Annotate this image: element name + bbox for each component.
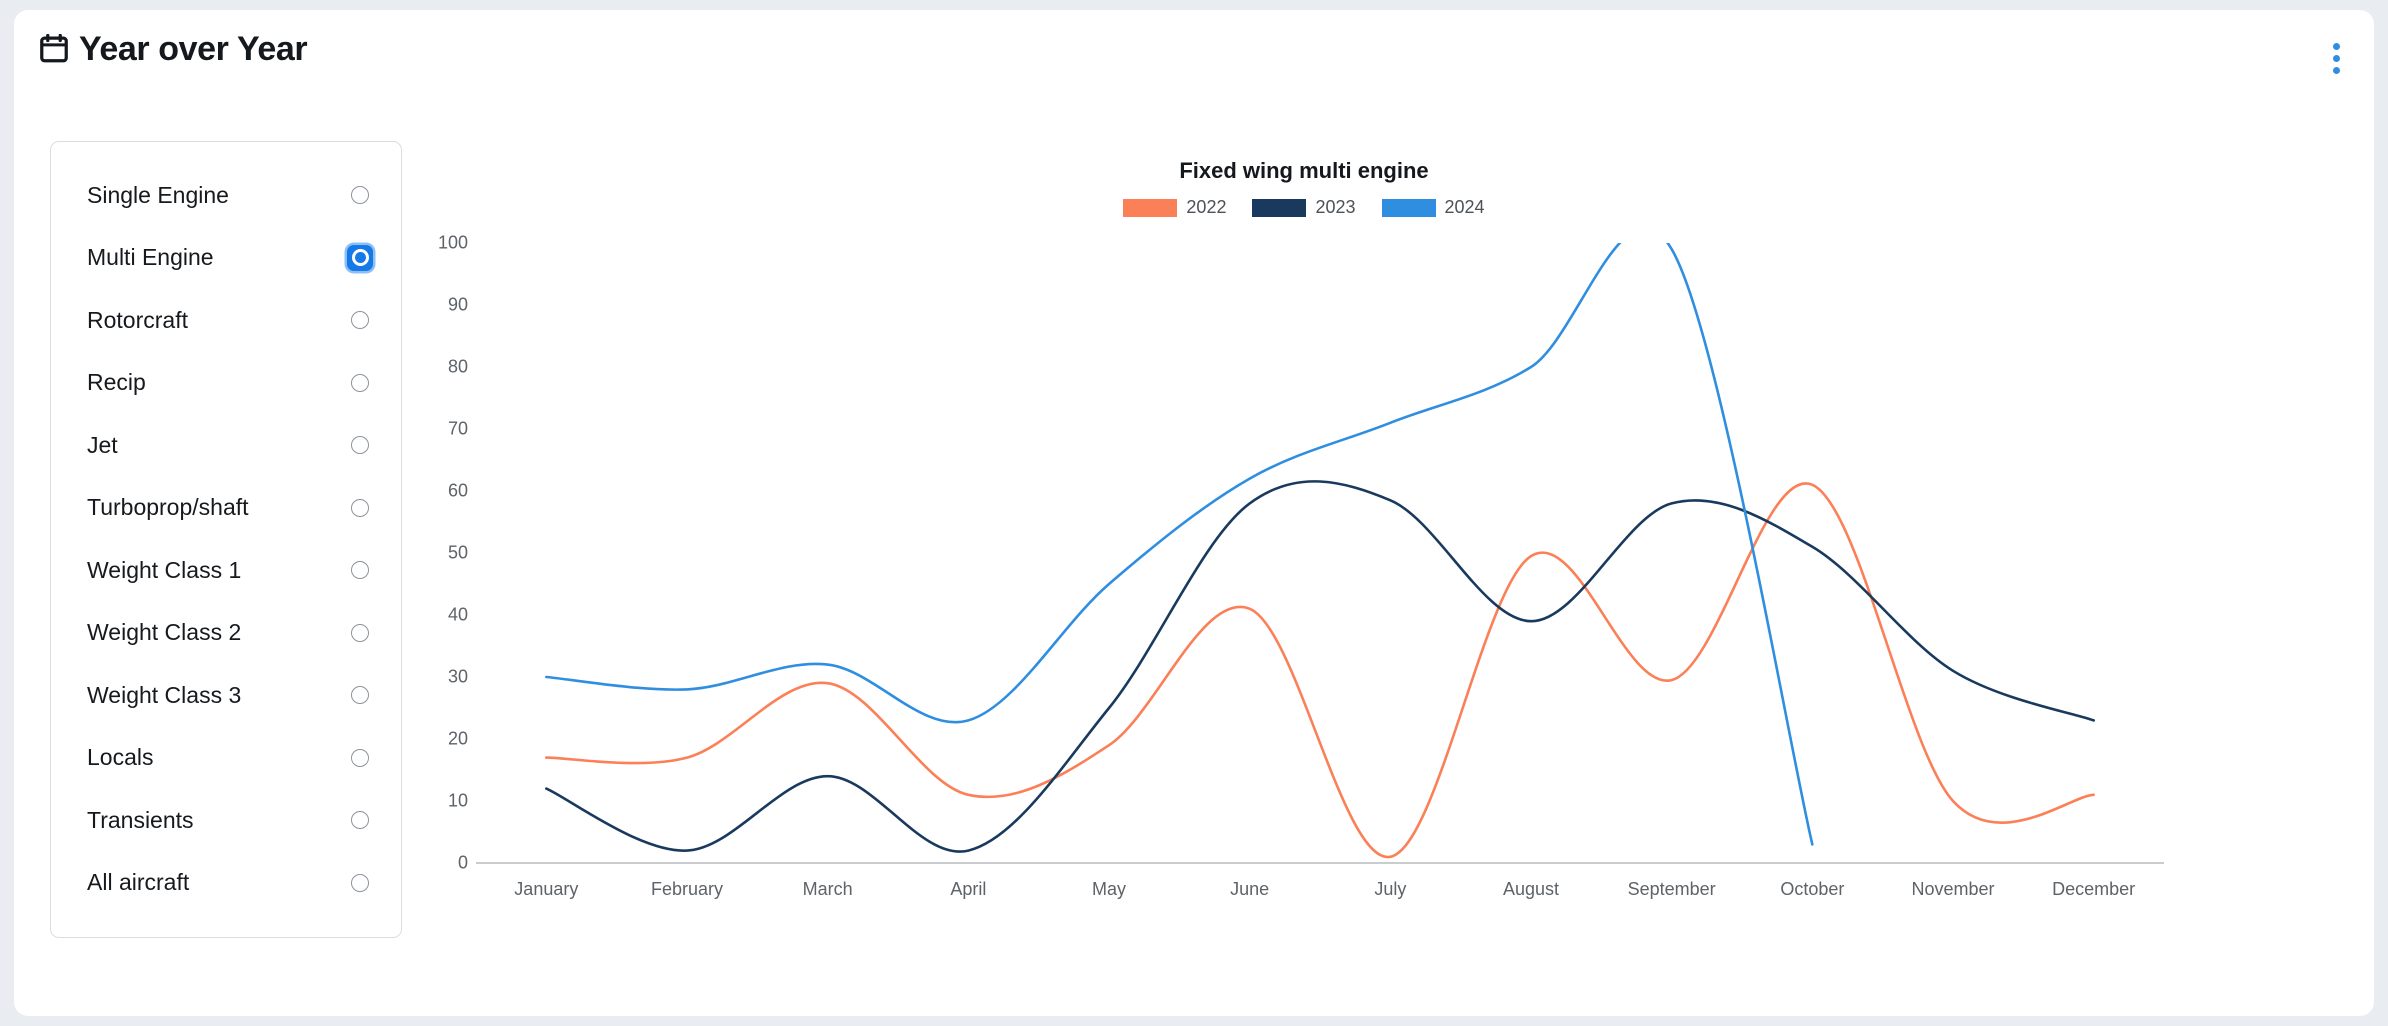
filter-option-recip[interactable]: Recip	[51, 352, 401, 415]
radio-button[interactable]	[351, 311, 369, 330]
radio-button[interactable]	[351, 686, 369, 705]
plot-area	[476, 243, 2164, 864]
radio-button-selected[interactable]	[347, 244, 373, 271]
dashboard-card: Year over Year Single Engine Multi Engine…	[14, 10, 2374, 1016]
filter-option-weight-class-3[interactable]: Weight Class 3	[51, 664, 401, 727]
filter-option-label: Transients	[87, 806, 194, 833]
kebab-dot-1	[2332, 42, 2340, 50]
x-axis-tick-label: October	[1780, 879, 1845, 899]
y-axis-tick-label: 100	[437, 232, 468, 253]
filter-option-all-aircraft[interactable]: All aircraft	[51, 852, 401, 915]
legend-swatch-2024	[1381, 198, 1436, 217]
radio-button[interactable]	[351, 373, 369, 392]
filter-panel: Single Engine Multi Engine Rotorcraft Recip…	[50, 141, 402, 938]
filter-option-label: Weight Class 1	[87, 556, 242, 583]
filter-option-weight-class-2[interactable]: Weight Class 2	[51, 602, 401, 665]
y-axis-tick-label: 60	[447, 480, 468, 501]
radio-button[interactable]	[351, 623, 369, 642]
x-axis-tick-label: March	[802, 879, 853, 899]
y-axis: 0 10 20 30 40 50 60 70 80 90 100	[414, 233, 472, 873]
filter-option-transients[interactable]: Transients	[51, 789, 401, 852]
legend-swatch-2022	[1123, 198, 1178, 217]
page-title-group: Year over Year	[40, 30, 308, 68]
kebab-menu-icon[interactable]	[2322, 40, 2350, 76]
filter-option-label: Weight Class 2	[87, 619, 242, 646]
radio-button[interactable]	[351, 748, 369, 767]
legend-label: 2022	[1186, 197, 1227, 217]
x-axis-tick-label: April	[950, 879, 987, 899]
filter-option-label: Jet	[87, 431, 118, 458]
y-axis-tick-label: 10	[447, 790, 468, 811]
x-axis-tick-label: January	[514, 879, 579, 899]
filter-option-single-engine[interactable]: Single Engine	[51, 164, 401, 227]
x-axis: January February March April May June July Augu…	[476, 879, 2164, 919]
legend-label: 2023	[1315, 197, 1356, 217]
filter-option-label: Recip	[87, 369, 146, 396]
radio-button[interactable]	[351, 561, 369, 580]
filter-option-label: Multi Engine	[87, 244, 214, 271]
page-header: Year over Year	[14, 10, 2374, 102]
x-axis-tick-label: November	[1911, 879, 1995, 899]
chart-legend: 2022 2023 2024	[414, 197, 2194, 218]
radio-button[interactable]	[351, 873, 369, 892]
page-title: Year over Year	[79, 30, 308, 68]
y-axis-tick-label: 30	[447, 666, 468, 687]
series-line-2023[interactable]	[545, 480, 2095, 853]
filter-option-label: Rotorcraft	[87, 306, 188, 333]
chart-container: Fixed wing multi engine 2022 2023 2024 0 10…	[414, 141, 2344, 941]
kebab-dot-3	[2332, 66, 2340, 74]
y-axis-tick-label: 80	[447, 356, 468, 377]
x-axis-tick-label: July	[1374, 879, 1407, 899]
filter-option-rotorcraft[interactable]: Rotorcraft	[51, 289, 401, 352]
x-axis-tick-label: May	[1091, 879, 1127, 899]
x-axis-tick-label: February	[650, 879, 724, 899]
filter-option-weight-class-1[interactable]: Weight Class 1	[51, 539, 401, 602]
y-axis-tick-label: 20	[447, 728, 468, 749]
radio-button[interactable]	[351, 498, 369, 517]
kebab-dot-2	[2332, 54, 2340, 62]
y-axis-tick-label: 40	[447, 604, 468, 625]
filter-option-turboprop-shaft[interactable]: Turboprop/shaft	[51, 477, 401, 540]
legend-item-2022[interactable]: 2022	[1123, 197, 1226, 218]
line-chart-svg	[476, 243, 2164, 864]
series-line-2022[interactable]	[545, 482, 2095, 859]
radio-button[interactable]	[351, 186, 369, 205]
radio-button[interactable]	[351, 811, 369, 830]
legend-label: 2024	[1444, 197, 1485, 217]
filter-option-label: Single Engine	[87, 181, 229, 208]
filter-option-multi-engine[interactable]: Multi Engine	[51, 227, 401, 290]
filter-option-label: All aircraft	[87, 869, 190, 896]
x-axis-tick-label: August	[1502, 879, 1560, 899]
filter-option-locals[interactable]: Locals	[51, 727, 401, 790]
x-axis-tick-label: June	[1230, 879, 1270, 899]
legend-item-2023[interactable]: 2023	[1252, 197, 1356, 218]
x-axis-tick-label: December	[2052, 879, 2136, 899]
calendar-icon	[40, 34, 68, 64]
y-axis-tick-label: 0	[457, 852, 468, 873]
filter-option-label: Turboprop/shaft	[87, 494, 249, 521]
radio-inner-dot	[351, 249, 369, 267]
legend-swatch-2023	[1252, 198, 1307, 217]
y-axis-tick-label: 70	[447, 418, 468, 439]
filter-option-jet[interactable]: Jet	[51, 414, 401, 477]
chart-title: Fixed wing multi engine	[1179, 158, 1429, 183]
x-axis-tick-label: September	[1627, 879, 1716, 899]
filter-option-label: Weight Class 3	[87, 681, 242, 708]
y-axis-tick-label: 50	[447, 542, 468, 563]
legend-item-2024[interactable]: 2024	[1381, 197, 1485, 218]
radio-button[interactable]	[351, 436, 369, 455]
y-axis-tick-label: 90	[447, 294, 468, 315]
filter-option-label: Locals	[87, 744, 154, 771]
